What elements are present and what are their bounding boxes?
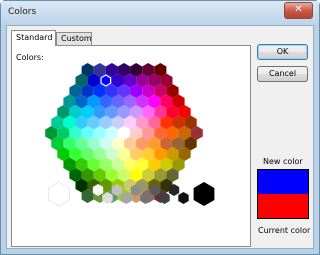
- tab-custom[interactable]: Custom: [56, 32, 92, 45]
- color-honeycomb: [45, 63, 215, 207]
- tab-standard[interactable]: Standard: [11, 30, 56, 46]
- ok-button[interactable]: OK: [257, 44, 308, 60]
- close-button[interactable]: ✕: [284, 2, 313, 19]
- cancel-button[interactable]: Cancel: [257, 66, 308, 82]
- black-swatch[interactable]: [193, 182, 215, 206]
- colors-dialog: Colors ✕ Standard Custom Colors: OK Canc…: [0, 0, 320, 255]
- white-swatch[interactable]: [48, 181, 70, 207]
- title-bar[interactable]: Colors ✕: [1, 1, 319, 25]
- standard-tab-panel: Colors:: [11, 45, 251, 247]
- dialog-client-area: Standard Custom Colors: OK Cancel New co…: [6, 25, 314, 249]
- current-color-swatch: [258, 194, 308, 218]
- current-color-label: Current color: [258, 226, 311, 235]
- new-color-swatch: [258, 170, 308, 194]
- gray-swatch[interactable]: [178, 192, 189, 204]
- color-preview: [257, 169, 309, 219]
- new-color-label: New color: [263, 157, 303, 166]
- close-icon: ✕: [294, 4, 303, 15]
- window-title: Colors: [8, 7, 37, 17]
